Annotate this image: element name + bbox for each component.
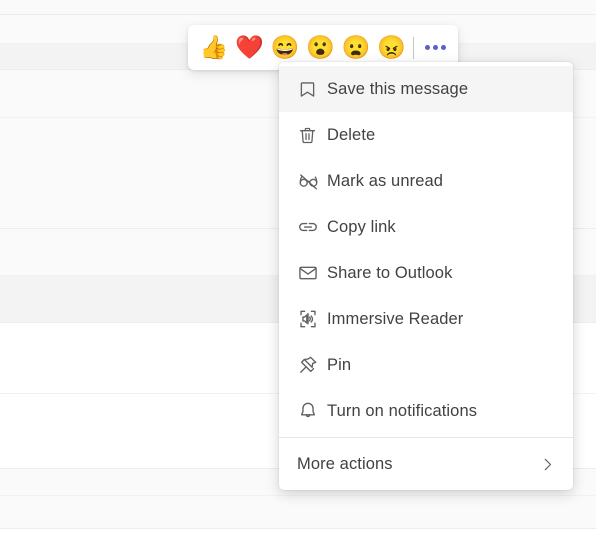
- chat-row-band: [0, 529, 596, 534]
- chat-row-divider: [0, 14, 596, 15]
- reaction-surprised[interactable]: 😮: [303, 30, 339, 66]
- ellipsis-dot: [440, 45, 446, 50]
- menu-item-turn-on-notifications[interactable]: Turn on notifications: [279, 388, 573, 434]
- chevron-right-icon: [538, 455, 557, 474]
- menu-item-label: Pin: [327, 355, 352, 374]
- bookmark-icon: [297, 76, 327, 102]
- menu-item-label: Share to Outlook: [327, 263, 453, 282]
- reaction-laugh[interactable]: 😄: [267, 30, 303, 66]
- menu-item-immersive-reader[interactable]: Immersive Reader: [279, 296, 573, 342]
- menu-item-label: Copy link: [327, 217, 396, 236]
- menu-item-more-actions[interactable]: More actions: [279, 438, 573, 490]
- menu-item-mark-as-unread[interactable]: Mark as unread: [279, 158, 573, 204]
- menu-item-label: More actions: [297, 454, 393, 473]
- immersive-reader-icon: [297, 306, 327, 332]
- chat-row-band: [0, 0, 596, 14]
- menu-item-share-to-outlook[interactable]: Share to Outlook: [279, 250, 573, 296]
- reaction-sad[interactable]: 😦: [338, 30, 374, 66]
- ellipsis-dot: [424, 45, 430, 50]
- pin-icon: [297, 352, 327, 378]
- reaction-heart[interactable]: ❤️: [232, 30, 268, 66]
- reaction-angry[interactable]: 😠: [374, 30, 410, 66]
- menu-item-copy-link[interactable]: Copy link: [279, 204, 573, 250]
- bell-icon: [297, 398, 327, 424]
- menu-item-label: Save this message: [327, 79, 469, 98]
- trash-icon: [297, 122, 327, 148]
- menu-item-label: Delete: [327, 125, 376, 144]
- glasses-slash-icon: [297, 168, 327, 194]
- ellipsis-icon[interactable]: [420, 33, 450, 63]
- chat-row-divider: [0, 495, 596, 496]
- menu-item-pin[interactable]: Pin: [279, 342, 573, 388]
- ellipsis-dot: [432, 45, 438, 50]
- chat-row-band: [0, 496, 596, 528]
- message-context-menu: Save this message Delete Mark as unread …: [279, 62, 573, 490]
- envelope-icon: [297, 260, 327, 286]
- menu-item-label: Immersive Reader: [327, 309, 464, 328]
- menu-item-save-this-message[interactable]: Save this message: [279, 66, 573, 112]
- link-icon: [297, 214, 327, 240]
- toolbar-divider: [413, 36, 415, 59]
- menu-item-label: Turn on notifications: [327, 401, 478, 420]
- reaction-like[interactable]: 👍: [196, 30, 232, 66]
- menu-item-delete[interactable]: Delete: [279, 112, 573, 158]
- menu-item-label: Mark as unread: [327, 171, 444, 190]
- chat-row-divider: [0, 528, 596, 529]
